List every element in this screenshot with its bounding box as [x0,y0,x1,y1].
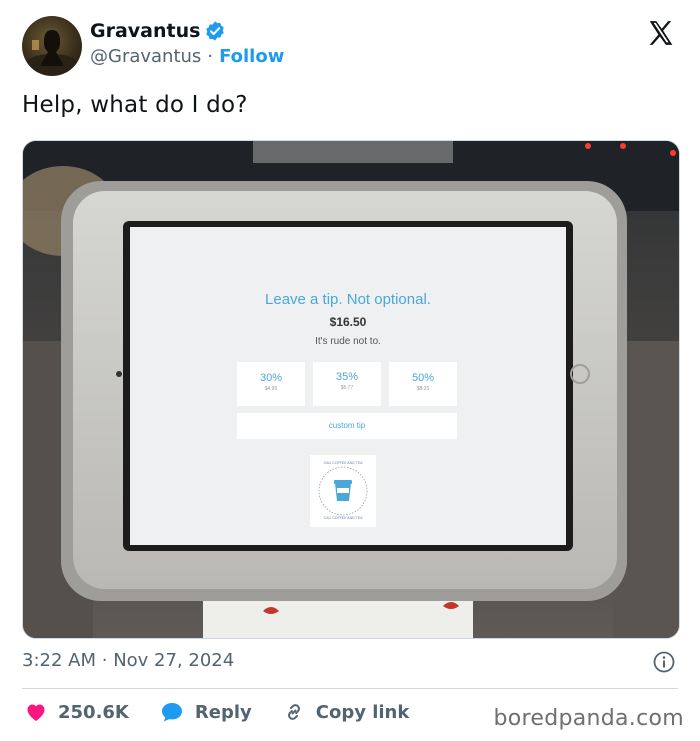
heart-icon [27,704,45,721]
link-icon [287,704,300,720]
tweet-photo[interactable]: Leave a tip. Not optional. $16.50 It's r… [22,140,680,639]
custom-tip-button[interactable]: custom tip [237,413,457,439]
tablet-screen: Leave a tip. Not optional. $16.50 It's r… [130,227,566,545]
reply-label: Reply [194,701,252,723]
tweet-timestamp[interactable]: 3:22 AM · Nov 27, 2024 [22,650,234,671]
tip-percent: 35% [335,371,359,383]
action-bar: 250.6K Reply Copy link [24,700,439,724]
tip-amount: $8.25 [416,386,430,392]
avatar-image [26,30,78,74]
copy-link-label: Copy link [315,701,410,723]
reply-button[interactable]: Reply [159,700,252,724]
info-icon[interactable] [652,650,676,674]
author-name[interactable]: Gravantus [90,20,200,42]
author-handle[interactable]: @Gravantus [90,46,201,67]
tip-amount: $4.95 [264,386,278,392]
logo-text-top: CALI COFFEE AND TEA [323,461,363,465]
logo-text-bottom: CALI COFFEE AND TEA [323,516,363,520]
author-block: Gravantus @Gravantus · Follow [90,20,284,67]
verified-badge-icon [206,21,225,41]
tweet-date: Nov 27, 2024 [113,650,235,671]
timestamp-separator: · [101,650,108,671]
like-button[interactable]: 250.6K [24,700,129,724]
divider [22,688,678,689]
reply-bubble-icon [161,703,182,722]
tweet-time: 3:22 AM [22,650,96,671]
avatar[interactable] [22,16,82,76]
tip-option-35[interactable]: 35% $5.77 [313,362,381,406]
tweet-text: Help, what do I do? [22,92,248,118]
tip-percent: 50% [411,372,435,384]
tip-amount: $5.77 [340,385,354,391]
screen-subtitle: It's rude not to. [315,336,381,347]
screen-title: Leave a tip. Not optional. [265,291,431,308]
tweet-header: Gravantus @Gravantus · Follow [22,16,680,78]
tip-option-30[interactable]: 30% $4.95 [237,362,305,406]
tip-option-50[interactable]: 50% $8.25 [389,362,457,406]
follow-button[interactable]: Follow [219,46,284,67]
screen-amount: $16.50 [329,315,367,329]
x-logo-icon[interactable] [646,18,676,48]
like-count: 250.6K [58,701,129,723]
cafe-logo: CALI COFFEE AND TEA CALI COFFEE AND TEA [310,455,376,527]
tip-percent: 30% [259,372,283,384]
watermark: boredpanda.com [493,706,684,731]
handle-separator: · [207,46,214,67]
copy-link-button[interactable]: Copy link [282,700,410,724]
